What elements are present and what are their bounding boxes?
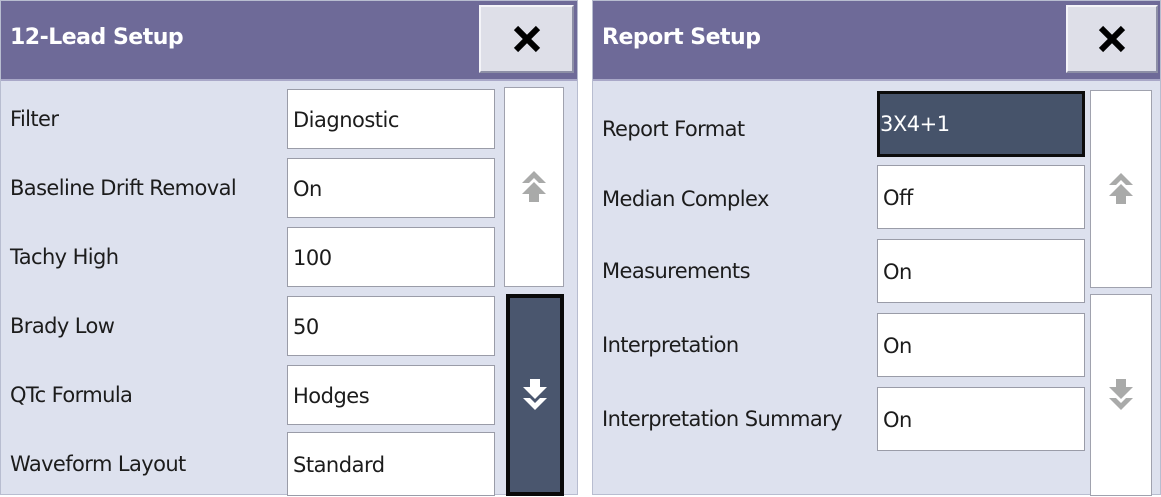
scroll-up-arrow-icon (1109, 173, 1133, 204)
setting-label: Tachy High (10, 245, 119, 269)
measurements-field[interactable]: On (877, 239, 1085, 303)
lead-setup-title: 12-Lead Setup (10, 25, 184, 50)
close-icon (1098, 25, 1126, 53)
tachy-high-field[interactable]: 100 (287, 227, 495, 287)
interpretation-field[interactable]: On (877, 313, 1085, 377)
lead-setup-dialog: 12-Lead Setup Filter Diagnostic Baseline… (0, 0, 578, 496)
scroll-up-arrow-icon (522, 171, 546, 202)
baseline-drift-removal-field[interactable]: On (287, 158, 495, 218)
scroll-down-arrow-icon (523, 379, 547, 410)
setting-label: Interpretation (602, 333, 739, 357)
setting-label: Filter (10, 107, 59, 131)
setting-label: Baseline Drift Removal (10, 176, 237, 200)
setting-label: Report Format (602, 117, 745, 141)
median-complex-field[interactable]: Off (877, 165, 1085, 229)
scroll-down-button[interactable] (506, 294, 564, 496)
scroll-down-button[interactable] (1090, 294, 1152, 496)
waveform-layout-field[interactable]: Standard (287, 432, 495, 496)
report-setup-title: Report Setup (602, 25, 761, 50)
qtc-formula-field[interactable]: Hodges (287, 365, 495, 425)
filter-field[interactable]: Diagnostic (287, 89, 495, 149)
report-setup-dialog: Report Setup Report Format 3X4+1 Median … (592, 0, 1161, 496)
interpretation-summary-field[interactable]: On (877, 387, 1085, 451)
scroll-down-arrow-icon (1109, 379, 1133, 410)
lead-setup-close-button[interactable] (479, 5, 574, 73)
setting-label: Median Complex (602, 187, 769, 211)
scroll-up-button[interactable] (504, 87, 564, 287)
close-icon (513, 25, 540, 53)
brady-low-field[interactable]: 50 (287, 296, 495, 356)
report-setup-close-button[interactable] (1066, 5, 1158, 73)
report-format-field[interactable]: 3X4+1 (877, 91, 1085, 157)
setting-label: Measurements (602, 259, 751, 283)
setting-label: Interpretation Summary (602, 407, 843, 431)
scroll-up-button[interactable] (1090, 90, 1152, 288)
setting-label: QTc Formula (10, 383, 133, 407)
setting-label: Waveform Layout (10, 452, 186, 476)
lead-setup-titlebar: 12-Lead Setup (1, 1, 577, 81)
report-setup-titlebar: Report Setup (593, 1, 1160, 81)
setting-label: Brady Low (10, 314, 115, 338)
